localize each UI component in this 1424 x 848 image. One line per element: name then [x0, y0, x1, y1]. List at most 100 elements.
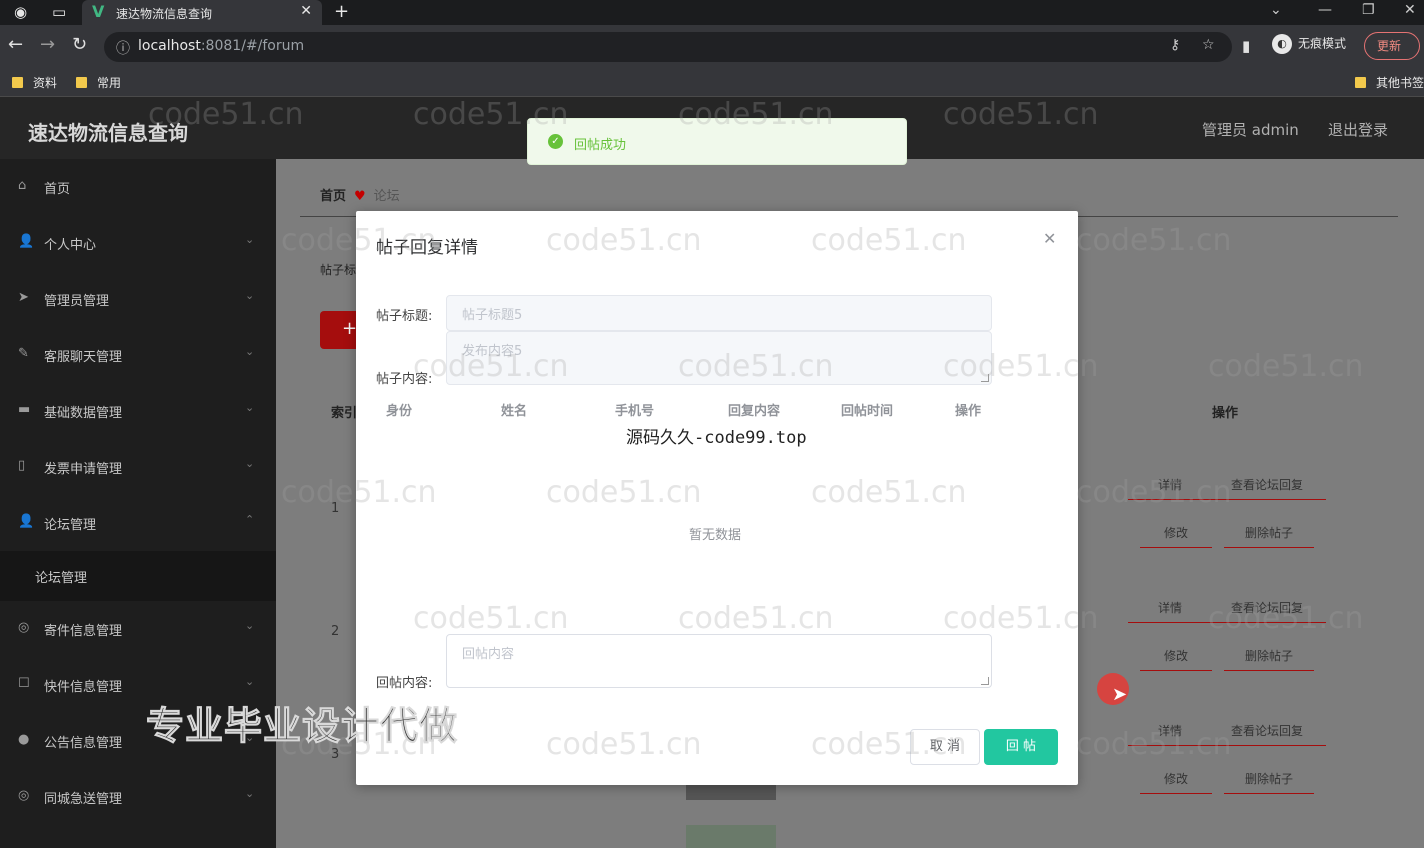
bookmark-folder-ziliao[interactable]: 资料	[12, 74, 57, 91]
row-index: 2	[331, 624, 340, 639]
edit-button[interactable]: 修改	[1140, 770, 1212, 794]
tab-title: 速达物流信息查询	[116, 7, 213, 21]
column-header-ops: 操作	[1212, 406, 1239, 421]
sidebar-item-profile[interactable]: 👤 个人中心 ⌄	[0, 215, 276, 271]
post-thumbnail	[686, 825, 776, 848]
chevron-down-icon: ⌄	[245, 233, 255, 246]
minimize-icon[interactable]: —	[1318, 2, 1332, 18]
reply-detail-dialog: 帖子回复详情 ✕ 帖子标题: 帖子标题5 帖子内容: 发布内容5 身份 姓名 手…	[356, 211, 1078, 785]
view-reply-button[interactable]: 查看论坛回复	[1208, 599, 1326, 623]
globe-icon: ◎	[18, 788, 30, 803]
folder-icon	[76, 77, 87, 88]
logout-link[interactable]: 退出登录	[1328, 119, 1388, 140]
browser-tab-bar: ◉ ▭ V 速达物流信息查询 ✕ + ⌄ — ❐ ✕	[0, 0, 1424, 25]
sidebar-item-forum[interactable]: 👤 论坛管理 ⌃	[0, 495, 276, 551]
site-info-icon[interactable]: ⓘ	[116, 38, 130, 58]
forward-icon[interactable]: →	[40, 35, 55, 55]
reply-content-label: 回帖内容:	[376, 676, 433, 691]
chevron-down-icon: ⌄	[245, 289, 255, 302]
key-icon[interactable]: ⚷	[1170, 37, 1180, 53]
view-reply-button[interactable]: 查看论坛回复	[1208, 476, 1326, 500]
column-header-ops: 操作	[955, 404, 982, 419]
incognito-indicator[interactable]: ◐ 无痕模式	[1272, 34, 1346, 54]
success-toast: ✓ 回帖成功	[527, 118, 907, 165]
update-button[interactable]: 更新	[1364, 32, 1420, 60]
phone-icon: ▯	[18, 458, 26, 473]
chevron-down-icon: ⌄	[245, 345, 255, 358]
url-host: localhost	[138, 38, 201, 54]
sidebar-subitem-forum[interactable]: 论坛管理	[0, 551, 276, 601]
current-user: 管理员 admin	[1202, 121, 1299, 139]
browser-tab[interactable]: V 速达物流信息查询 ✕	[82, 0, 322, 25]
breadcrumb-home[interactable]: 首页	[320, 189, 346, 204]
sidebar-item-chat[interactable]: ✎ 客服聊天管理 ⌄	[0, 327, 276, 383]
source-overlay-text: 源码久久-code99.top	[626, 428, 807, 448]
delete-button[interactable]: 删除帖子	[1224, 647, 1314, 671]
edit-button[interactable]: 修改	[1140, 524, 1212, 548]
folder-icon	[12, 77, 23, 88]
globe-icon[interactable]: ◉	[14, 3, 27, 22]
column-header-name: 姓名	[501, 404, 528, 419]
sidebar-item-shipping[interactable]: ◎ 寄件信息管理 ⌄	[0, 601, 276, 657]
close-icon[interactable]: ✕	[1043, 229, 1056, 248]
bookmark-folder-other[interactable]: 其他书签	[1355, 74, 1424, 91]
folder-icon	[1355, 77, 1366, 88]
edit-button[interactable]: 修改	[1140, 647, 1212, 671]
close-window-icon[interactable]: ✕	[1404, 2, 1416, 18]
view-reply-button[interactable]: 查看论坛回复	[1208, 722, 1326, 746]
user-icon: 👤	[18, 234, 35, 249]
detail-button[interactable]: 详情	[1128, 599, 1212, 623]
mouse-pointer-icon: ➤	[1112, 684, 1128, 705]
add-button[interactable]: +	[320, 311, 360, 349]
post-title-input[interactable]: 帖子标题5	[446, 295, 992, 331]
column-header-role: 身份	[386, 404, 413, 419]
restore-icon[interactable]: ❐	[1362, 2, 1375, 18]
chevron-up-icon: ⌃	[245, 513, 255, 526]
star-icon[interactable]: ☆	[1202, 37, 1215, 53]
resize-handle[interactable]	[981, 677, 989, 685]
edit-icon: ✎	[18, 346, 29, 361]
column-header-reply-time: 回帖时间	[841, 404, 894, 419]
submit-reply-button[interactable]: 回 帖	[984, 729, 1058, 765]
column-header-reply-content: 回复内容	[728, 404, 781, 419]
chevron-down-icon: ⌄	[245, 675, 255, 688]
vue-logo-icon: V	[92, 2, 105, 21]
globe-icon: ◎	[18, 620, 30, 635]
delete-button[interactable]: 删除帖子	[1224, 524, 1314, 548]
bookmarks-bar: 资料 常用 其他书签	[0, 68, 1424, 97]
address-bar-row: ← → ↻ ⓘ localhost:8081/#/forum ⚷ ☆ ▮ ◐ 无痕…	[0, 25, 1424, 68]
sidepanel-icon[interactable]: ▮	[1242, 36, 1250, 56]
sidebar-item-basedata[interactable]: ▬ 基础数据管理 ⌄	[0, 383, 276, 439]
empty-state: 暂无数据	[689, 528, 742, 543]
chevron-down-icon: ⌄	[245, 457, 255, 470]
tab-close-icon[interactable]: ✕	[300, 3, 312, 19]
chevron-down-icon: ⌄	[245, 787, 255, 800]
new-tab-icon[interactable]: +	[334, 1, 349, 22]
back-icon[interactable]: ←	[8, 35, 23, 55]
check-circle-icon: ✓	[548, 134, 563, 149]
toast-message: 回帖成功	[574, 138, 627, 153]
sidebar-item-citydelivery[interactable]: ◎ 同城急送管理 ⌄	[0, 769, 276, 825]
breadcrumb-current: 论坛	[373, 189, 400, 204]
sidebar-item-admins[interactable]: ➤ 管理员管理 ⌄	[0, 271, 276, 327]
reload-icon[interactable]: ↻	[72, 35, 87, 55]
monitor-icon: ▬	[18, 402, 31, 417]
row-index: 1	[331, 501, 340, 516]
url-path: :8081/#/forum	[200, 38, 305, 54]
detail-button[interactable]: 详情	[1128, 476, 1212, 500]
delete-button[interactable]: 删除帖子	[1224, 770, 1314, 794]
post-content-textarea[interactable]: 发布内容5	[446, 331, 992, 385]
tab-search-icon[interactable]: ⌄	[1270, 2, 1282, 18]
sidebar-item-invoice[interactable]: ▯ 发票申请管理 ⌄	[0, 439, 276, 495]
pin-icon: ●	[18, 732, 30, 747]
detail-button[interactable]: 详情	[1128, 722, 1212, 746]
post-content-label: 帖子内容:	[376, 372, 433, 387]
url-input[interactable]: ⓘ localhost:8081/#/forum ⚷ ☆	[104, 32, 1232, 62]
bookmark-folder-changyong[interactable]: 常用	[76, 74, 121, 91]
resize-handle[interactable]	[981, 374, 989, 382]
cancel-button[interactable]: 取 消	[910, 729, 980, 765]
tab-overview-icon[interactable]: ▭	[52, 3, 66, 22]
sidebar-item-home[interactable]: ⌂ 首页	[0, 159, 276, 215]
reply-content-textarea[interactable]: 回帖内容	[446, 634, 992, 688]
column-header-index: 索引	[331, 406, 358, 421]
